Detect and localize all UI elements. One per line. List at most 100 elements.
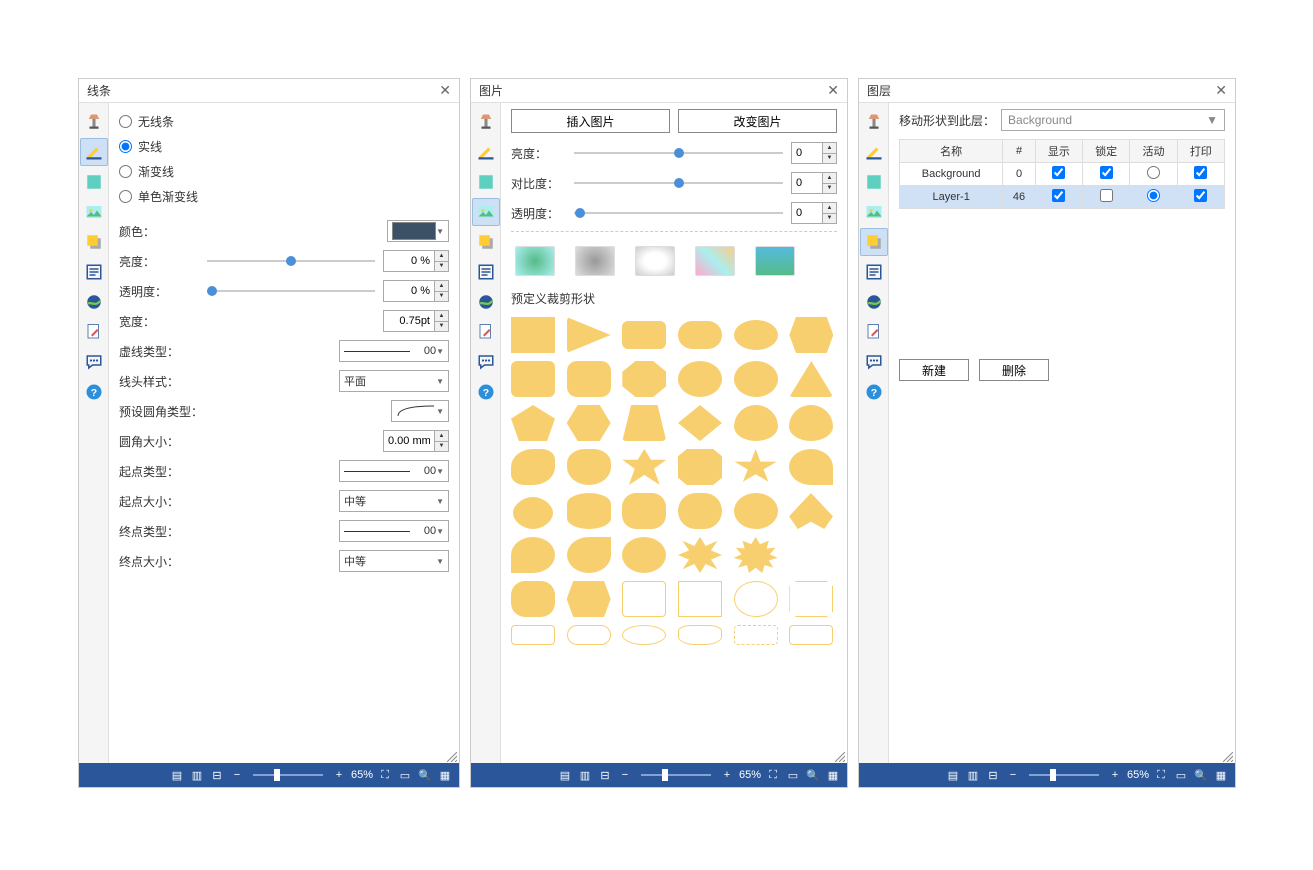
table-row[interactable]: Layer-1 46 bbox=[900, 186, 1225, 209]
pen-icon[interactable] bbox=[80, 138, 108, 166]
filter-thumb[interactable] bbox=[515, 246, 555, 276]
shape-item[interactable] bbox=[567, 493, 611, 529]
view3-icon[interactable]: ⊟ bbox=[985, 767, 1001, 783]
shape-item[interactable] bbox=[789, 405, 833, 441]
close-icon[interactable]: ✕ bbox=[1215, 82, 1227, 99]
filter-thumb[interactable] bbox=[575, 246, 615, 276]
shadow-icon[interactable] bbox=[860, 228, 888, 256]
shape-item[interactable] bbox=[622, 625, 666, 645]
shape-item[interactable] bbox=[567, 581, 611, 617]
shape-item[interactable] bbox=[789, 581, 833, 617]
view3-icon[interactable]: ⊟ bbox=[209, 767, 225, 783]
shape-item[interactable] bbox=[678, 361, 722, 397]
help-icon[interactable]: ? bbox=[472, 378, 500, 406]
shape-item[interactable] bbox=[789, 361, 833, 397]
globe-icon[interactable] bbox=[80, 288, 108, 316]
insert-image-button[interactable]: 插入图片 bbox=[511, 109, 670, 133]
fit-icon[interactable]: ⛶ bbox=[765, 767, 781, 783]
view2-icon[interactable]: ▥ bbox=[577, 767, 593, 783]
grid-icon[interactable]: ▦ bbox=[437, 767, 453, 783]
shape-item[interactable] bbox=[678, 581, 722, 617]
edit-icon[interactable] bbox=[80, 318, 108, 346]
image-icon[interactable] bbox=[472, 198, 500, 226]
corner-select[interactable]: ▼ bbox=[391, 400, 449, 422]
shape-item[interactable] bbox=[789, 317, 833, 353]
comment-icon[interactable] bbox=[472, 348, 500, 376]
edit-icon[interactable] bbox=[472, 318, 500, 346]
filter-thumb[interactable] bbox=[635, 246, 675, 276]
image-icon[interactable] bbox=[80, 198, 108, 226]
shape-item[interactable] bbox=[678, 625, 722, 645]
shape-item[interactable] bbox=[567, 449, 611, 485]
dash-select[interactable]: 00▼ bbox=[339, 340, 449, 362]
filter-thumb[interactable] bbox=[755, 246, 795, 276]
help-icon[interactable]: ? bbox=[860, 378, 888, 406]
shape-item[interactable] bbox=[734, 320, 778, 350]
print-checkbox[interactable] bbox=[1194, 189, 1207, 202]
start-size-select[interactable]: 中等▼ bbox=[339, 490, 449, 512]
lamp-icon[interactable] bbox=[80, 108, 108, 136]
shape-item[interactable] bbox=[734, 405, 778, 441]
shape-item[interactable] bbox=[622, 321, 666, 349]
fill-icon[interactable] bbox=[80, 168, 108, 196]
view1-icon[interactable]: ▤ bbox=[557, 767, 573, 783]
zoom-out-icon[interactable]: − bbox=[1005, 767, 1021, 783]
shape-item[interactable] bbox=[567, 625, 611, 645]
shape-item[interactable] bbox=[511, 581, 555, 617]
resize-grip[interactable] bbox=[1223, 751, 1233, 761]
zoom-slider[interactable] bbox=[253, 774, 323, 776]
shape-item[interactable] bbox=[511, 317, 555, 353]
shape-item[interactable] bbox=[622, 581, 666, 617]
width-input[interactable]: ▲▼ bbox=[383, 310, 449, 332]
shape-item[interactable] bbox=[734, 625, 778, 645]
comment-icon[interactable] bbox=[80, 348, 108, 376]
move-to-layer-select[interactable]: Background▼ bbox=[1001, 109, 1225, 131]
active-radio[interactable] bbox=[1147, 166, 1160, 179]
lamp-icon[interactable] bbox=[860, 108, 888, 136]
page-icon[interactable]: ▭ bbox=[1173, 767, 1189, 783]
pen-icon[interactable] bbox=[860, 138, 888, 166]
opacity-slider[interactable] bbox=[207, 290, 375, 292]
text-icon[interactable] bbox=[860, 258, 888, 286]
shape-item[interactable] bbox=[511, 625, 555, 645]
shape-item[interactable] bbox=[734, 361, 778, 397]
end-type-select[interactable]: 00▼ bbox=[339, 520, 449, 542]
print-checkbox[interactable] bbox=[1194, 166, 1207, 179]
view1-icon[interactable]: ▤ bbox=[945, 767, 961, 783]
edit-icon[interactable] bbox=[860, 318, 888, 346]
page-icon[interactable]: ▭ bbox=[397, 767, 413, 783]
fit-icon[interactable]: ⛶ bbox=[377, 767, 393, 783]
globe-icon[interactable] bbox=[860, 288, 888, 316]
contrast-slider[interactable] bbox=[574, 182, 783, 184]
contrast-input[interactable]: ▲▼ bbox=[791, 172, 837, 194]
shape-item[interactable] bbox=[734, 537, 778, 573]
view3-icon[interactable]: ⊟ bbox=[597, 767, 613, 783]
shape-item[interactable] bbox=[567, 317, 611, 353]
radio-no-line[interactable]: 无线条 bbox=[119, 109, 449, 134]
shape-item[interactable] bbox=[511, 493, 555, 529]
show-checkbox[interactable] bbox=[1052, 189, 1065, 202]
shape-item[interactable] bbox=[789, 625, 833, 645]
brightness-input[interactable]: ▲▼ bbox=[383, 250, 449, 272]
shape-item[interactable] bbox=[678, 321, 722, 349]
show-checkbox[interactable] bbox=[1052, 166, 1065, 179]
shape-item[interactable] bbox=[789, 449, 833, 485]
shadow-icon[interactable] bbox=[80, 228, 108, 256]
opacity-slider[interactable] bbox=[574, 212, 783, 214]
view2-icon[interactable]: ▥ bbox=[965, 767, 981, 783]
shape-item[interactable] bbox=[734, 493, 778, 529]
zoom-icon[interactable]: 🔍 bbox=[805, 767, 821, 783]
radius-input[interactable]: ▲▼ bbox=[383, 430, 449, 452]
resize-grip[interactable] bbox=[835, 751, 845, 761]
color-picker[interactable]: ▼ bbox=[387, 220, 449, 242]
zoom-in-icon[interactable]: + bbox=[719, 767, 735, 783]
opacity-input[interactable]: ▲▼ bbox=[383, 280, 449, 302]
lock-checkbox[interactable] bbox=[1100, 189, 1113, 202]
radio-mono-gradient[interactable]: 单色渐变线 bbox=[119, 184, 449, 209]
fill-icon[interactable] bbox=[472, 168, 500, 196]
help-icon[interactable]: ? bbox=[80, 378, 108, 406]
fit-icon[interactable]: ⛶ bbox=[1153, 767, 1169, 783]
zoom-icon[interactable]: 🔍 bbox=[1193, 767, 1209, 783]
zoom-in-icon[interactable]: + bbox=[331, 767, 347, 783]
close-icon[interactable]: ✕ bbox=[827, 82, 839, 99]
